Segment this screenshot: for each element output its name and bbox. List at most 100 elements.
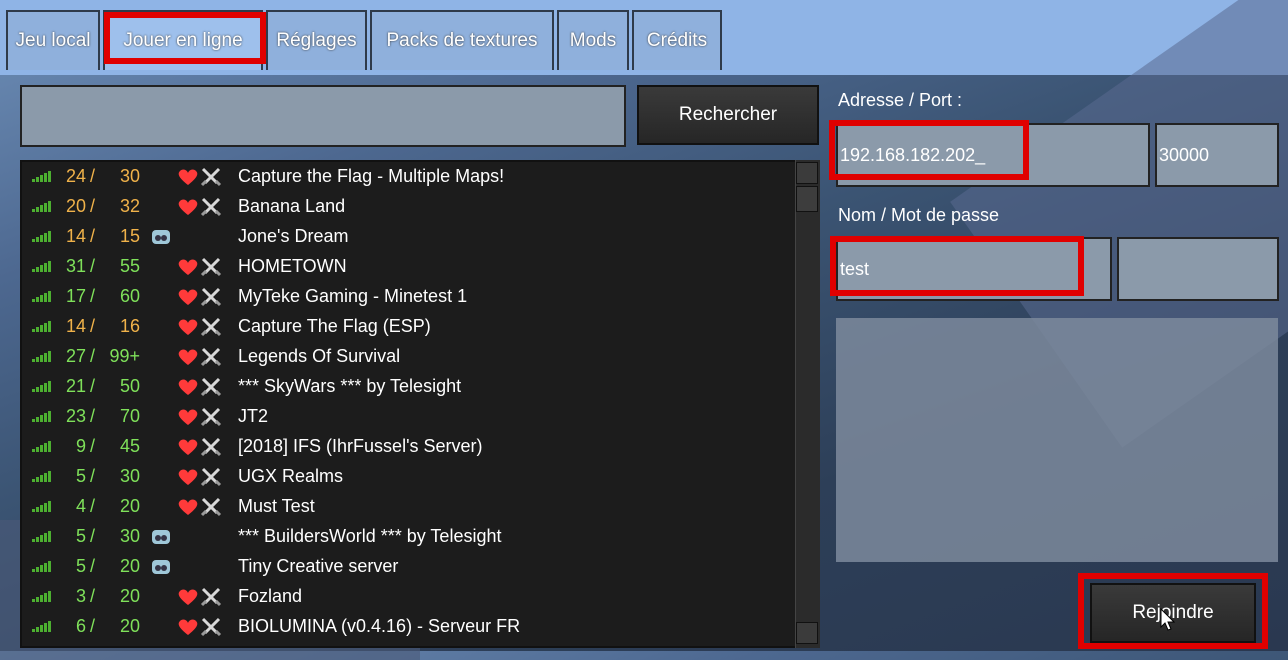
server-name: MyTeke Gaming - Minetest 1 xyxy=(238,286,468,306)
tab-settings[interactable]: Réglages xyxy=(266,10,367,70)
max-clients: 16 xyxy=(119,316,140,336)
clients-separator: / xyxy=(90,496,96,516)
max-clients: 70 xyxy=(119,406,140,426)
clients-separator: / xyxy=(90,226,96,246)
max-clients: 20 xyxy=(119,556,140,576)
max-clients: 60 xyxy=(119,286,140,306)
server-row[interactable]: 3/ 20 Fozland xyxy=(22,582,818,612)
highlight-box xyxy=(829,120,1029,180)
clients-separator: / xyxy=(90,376,96,396)
pvp-swords-icon xyxy=(200,347,222,367)
clients-count: 14 xyxy=(65,226,86,246)
signal-strength-icon xyxy=(32,438,54,452)
tab-mods[interactable]: Mods xyxy=(557,10,629,70)
scroll-down-arrow-icon[interactable] xyxy=(796,622,818,644)
clients-separator: / xyxy=(90,286,96,306)
server-row[interactable]: 14/ 15 Jone's Dream xyxy=(22,222,818,252)
damage-heart-icon xyxy=(177,408,199,426)
server-row[interactable]: 4/ 20 Must Test xyxy=(22,492,818,522)
signal-strength-icon xyxy=(32,318,54,332)
server-row[interactable]: 5/ 30 *** BuildersWorld *** by Telesight xyxy=(22,522,818,552)
max-clients: 50 xyxy=(119,376,140,396)
clients-count: 6 xyxy=(75,616,86,636)
highlight-box xyxy=(830,236,1084,296)
scroll-up-arrow-icon[interactable] xyxy=(796,162,818,184)
server-name: *** SkyWars *** by Telesight xyxy=(238,376,462,396)
server-row[interactable]: 6/ 20 BIOLUMINA (v0.4.16) - Serveur FR xyxy=(22,612,818,642)
clients-separator: / xyxy=(90,586,96,606)
pvp-swords-icon xyxy=(200,437,222,457)
server-name: *** MinersWorld *** by Telesight xyxy=(238,646,490,648)
max-clients: 15 xyxy=(119,226,140,246)
pvp-swords-icon xyxy=(200,317,222,337)
server-row[interactable]: 5/ 20 Tiny Creative server xyxy=(22,552,818,582)
server-name: *** BuildersWorld *** by Telesight xyxy=(238,526,502,546)
address-label: Adresse / Port : xyxy=(838,90,963,110)
highlight-box xyxy=(104,12,266,64)
server-row[interactable]: 9/ 45 [2018] IFS (IhrFussel's Server) xyxy=(22,432,818,462)
clients-count: 20 xyxy=(65,196,86,216)
server-list-scrollbar[interactable] xyxy=(795,160,820,648)
max-clients: 99+ xyxy=(109,346,140,366)
scrollbar-thumb[interactable] xyxy=(796,186,818,212)
damage-heart-icon xyxy=(177,588,199,606)
signal-strength-icon xyxy=(32,228,54,242)
password-input[interactable] xyxy=(1117,237,1279,301)
tab-texture-packs[interactable]: Packs de textures xyxy=(370,10,554,70)
search-input[interactable] xyxy=(20,85,626,147)
tab-credits[interactable]: Crédits xyxy=(632,10,722,70)
clients-count: 5 xyxy=(75,466,86,486)
clients-separator: / xyxy=(90,196,96,216)
server-row[interactable]: 4 /20 *** MinersWorld *** by Telesight xyxy=(22,642,818,648)
signal-strength-icon xyxy=(32,408,54,422)
signal-strength-icon xyxy=(32,618,54,632)
clients-count: 9 xyxy=(75,436,86,456)
mouse-cursor-icon xyxy=(1160,608,1176,631)
server-row[interactable]: 27/ 99+ Legends Of Survival xyxy=(22,342,818,372)
server-row[interactable]: 20/ 32 Banana Land xyxy=(22,192,818,222)
server-name: Jone's Dream xyxy=(238,226,349,246)
server-row[interactable]: 5/ 30 UGX Realms xyxy=(22,462,818,492)
server-name: Must Test xyxy=(238,496,315,516)
server-row[interactable]: 24/ 30 Capture the Flag - Multiple Maps! xyxy=(22,162,818,192)
clients-count: 5 xyxy=(75,556,86,576)
damage-heart-icon xyxy=(177,288,199,306)
max-clients: 20 xyxy=(119,586,140,606)
pvp-swords-icon xyxy=(200,617,222,637)
server-row[interactable]: 21/ 50 *** SkyWars *** by Telesight xyxy=(22,372,818,402)
signal-strength-icon xyxy=(32,168,54,182)
clients-count: 4 xyxy=(75,496,86,516)
max-clients: 30 xyxy=(119,526,140,546)
server-name: Capture The Flag (ESP) xyxy=(238,316,431,336)
server-row[interactable]: 23/ 70 JT2 xyxy=(22,402,818,432)
creative-icon xyxy=(150,527,174,547)
damage-heart-icon xyxy=(177,498,199,516)
server-name: Tiny Creative server xyxy=(238,556,399,576)
pvp-swords-icon xyxy=(200,587,222,607)
signal-strength-icon xyxy=(32,288,54,302)
clients-separator: / xyxy=(90,556,96,576)
pvp-swords-icon xyxy=(200,647,222,648)
signal-strength-icon xyxy=(32,468,54,482)
server-row[interactable]: 17/ 60 MyTeke Gaming - Minetest 1 xyxy=(22,282,818,312)
clients-count: 23 xyxy=(65,406,86,426)
pvp-swords-icon xyxy=(200,497,222,517)
clients-count: 3 xyxy=(75,586,86,606)
server-list[interactable]: 24/30 Capture the Flag - Multiple Maps! 20… xyxy=(20,160,820,648)
signal-strength-icon xyxy=(32,258,54,272)
signal-strength-icon xyxy=(32,198,54,212)
clients-separator: / xyxy=(90,616,96,636)
pvp-swords-icon xyxy=(200,287,222,307)
search-button[interactable]: Rechercher xyxy=(637,85,819,145)
port-input[interactable]: 30000 xyxy=(1155,123,1279,187)
pvp-swords-icon xyxy=(200,197,222,217)
signal-strength-icon xyxy=(32,498,54,512)
tab-local-game[interactable]: Jeu local xyxy=(6,10,100,70)
clients-separator: / xyxy=(90,466,96,486)
server-row[interactable]: 31/ 55 HOMETOWN xyxy=(22,252,818,282)
max-clients: 20 xyxy=(119,616,140,636)
clients-separator: / xyxy=(90,166,96,186)
signal-strength-icon xyxy=(32,588,54,602)
max-clients: 32 xyxy=(119,196,140,216)
server-row[interactable]: 14/ 16 Capture The Flag (ESP) xyxy=(22,312,818,342)
